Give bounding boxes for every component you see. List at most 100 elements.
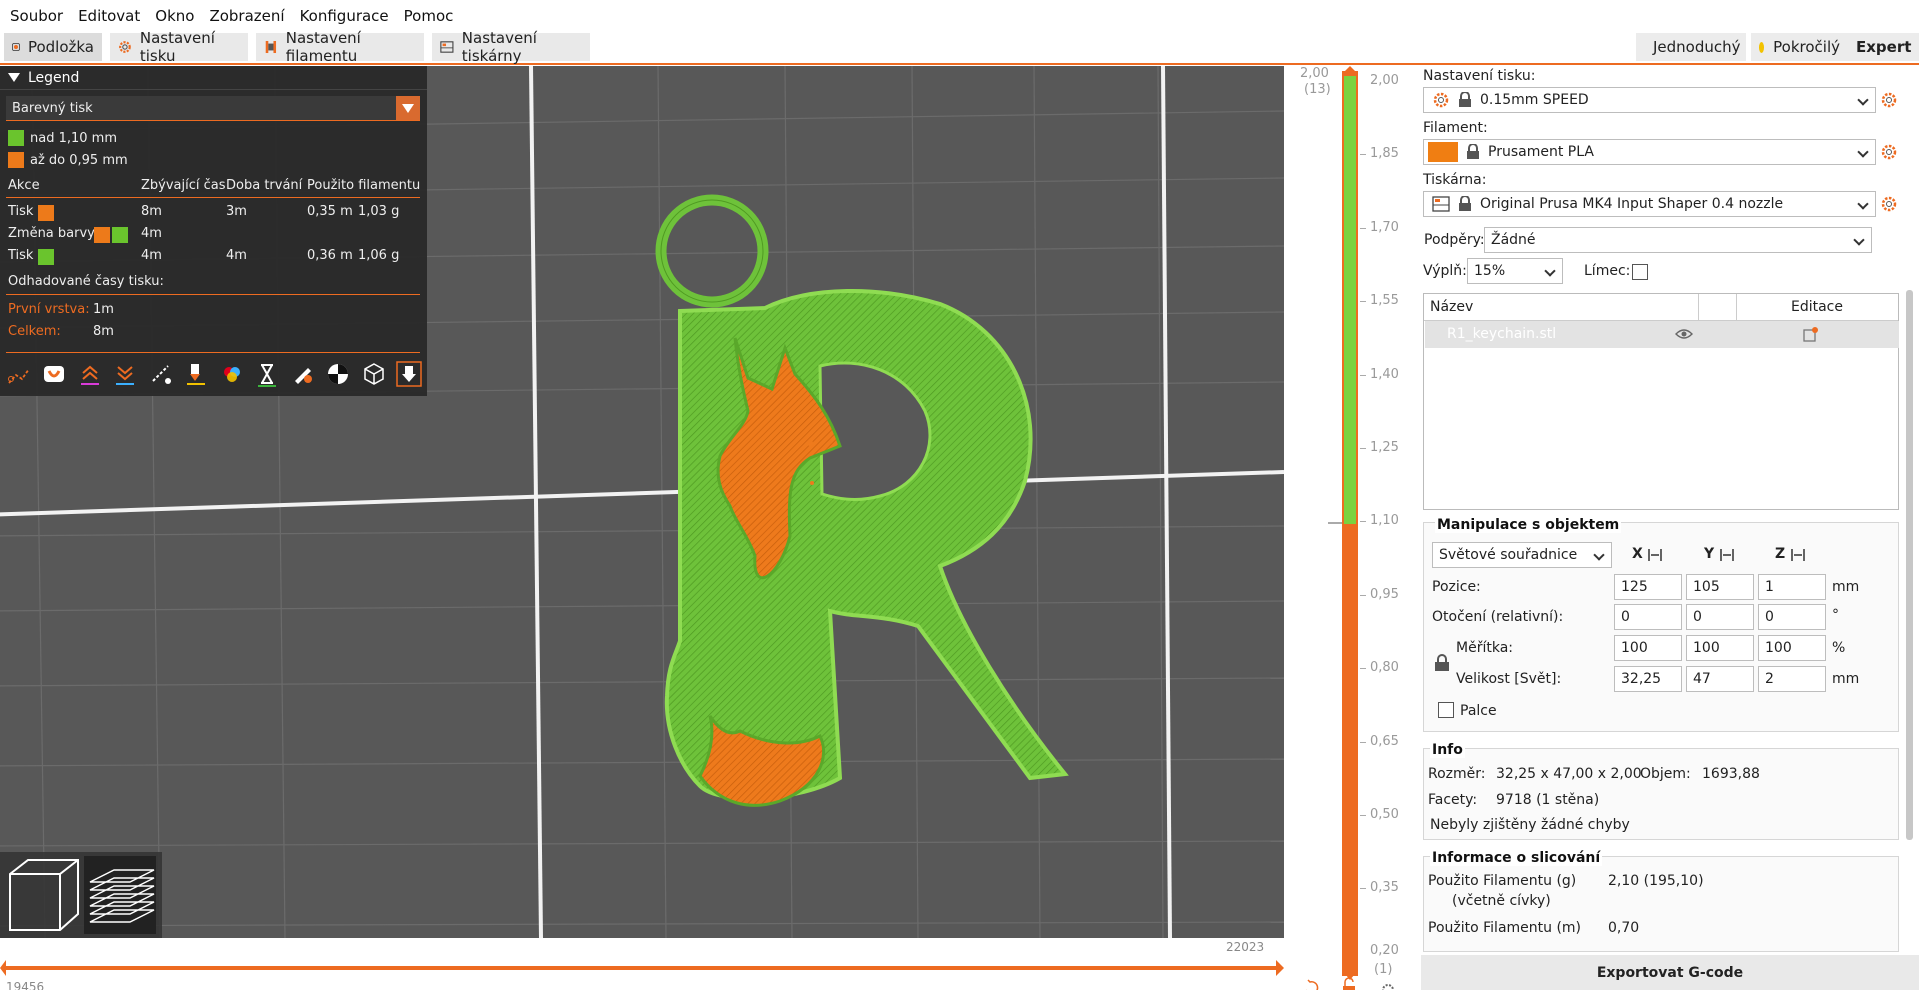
view-type-value: Barevný tisk (12, 100, 93, 116)
mode-expert[interactable]: Expert (1840, 33, 1919, 61)
scale-x-input[interactable]: 100 (1614, 635, 1682, 661)
coordinate-system-select[interactable]: Světové souřadnice (1432, 542, 1612, 568)
print-profile-select[interactable]: 0.15mm SPEED (1423, 87, 1876, 113)
eye-icon[interactable] (1675, 327, 1693, 341)
tab-print-settings[interactable]: Nastavení tisku (110, 29, 248, 65)
tab-printer-settings[interactable]: Nastavení tiskárny (432, 29, 590, 65)
drop-to-bed-icon[interactable] (1719, 548, 1735, 562)
travel-icon[interactable] (6, 361, 32, 387)
row-remaining: 4m (141, 248, 162, 263)
print-profile-value: 0.15mm SPEED (1480, 92, 1589, 108)
rotation-x-input[interactable]: 0 (1614, 604, 1682, 630)
mode-advanced[interactable]: Pokročilý (1751, 33, 1848, 61)
divider (6, 352, 420, 353)
lock-icon[interactable] (1343, 977, 1355, 990)
position-y-input[interactable]: 105 (1686, 574, 1754, 600)
position-x-input[interactable]: 125 (1614, 574, 1682, 600)
drop-to-bed-icon[interactable] (1647, 548, 1663, 562)
tool-changes-icon[interactable] (183, 361, 209, 387)
total-value: 8m (93, 324, 114, 339)
layers-view-icon[interactable] (84, 856, 156, 934)
print-settings-label: Nastavení tisku: (1423, 68, 1536, 84)
size-x-input[interactable]: 32,25 (1614, 666, 1682, 692)
object-name: R1_keychain.stl (1447, 326, 1557, 342)
wipe-icon[interactable] (41, 361, 67, 387)
mode-advanced-icon (1759, 41, 1765, 53)
vertical-layer-slider[interactable]: 2,00 (13) 2,00 1,85 1,70 1,55 1,40 1,25 1,10 0,… (1298, 66, 1402, 990)
edit-filament-gear-icon[interactable] (1880, 143, 1898, 161)
coordinate-system-value: Světové souřadnice (1439, 547, 1578, 563)
menu-help[interactable]: Pomoc (398, 7, 463, 25)
menu-view[interactable]: Zobrazení (203, 7, 293, 25)
gear-icon (119, 41, 131, 53)
pause-prints-icon[interactable] (254, 361, 280, 387)
color-swatch (38, 205, 54, 221)
infill-label: Výplň: (1423, 263, 1467, 279)
dropdown-arrow-icon[interactable] (396, 96, 420, 120)
deretractions-icon[interactable] (112, 361, 138, 387)
object-list-name-header[interactable]: Název (1430, 294, 1700, 320)
scale-y-input[interactable]: 100 (1686, 635, 1754, 661)
name-header-label: Název (1430, 299, 1474, 315)
legend-item-label: nad 1,10 mm (30, 130, 117, 146)
v-slider-tick-label: 1,55 (1370, 293, 1399, 309)
printer-profile-select[interactable]: Original Prusa MK4 Input Shaper 0.4 nozz… (1423, 191, 1876, 217)
scale-unit: % (1832, 640, 1846, 656)
seams-icon[interactable] (148, 361, 174, 387)
view-type-select[interactable]: Barevný tisk (6, 96, 420, 121)
settings-gear-icon[interactable] (1382, 984, 1394, 990)
scale-z-input[interactable]: 100 (1758, 635, 1826, 661)
supports-select[interactable]: Žádné (1484, 227, 1872, 253)
color-changes-icon[interactable] (219, 361, 245, 387)
table-row[interactable]: R1_keychain.stl (1425, 321, 1899, 348)
edit-object-icon[interactable] (1803, 326, 1819, 342)
tab-plater[interactable]: Podložka (4, 33, 102, 61)
edit-print-profile-gear-icon[interactable] (1880, 91, 1898, 109)
v-slider-tick-label: 0,35 (1370, 880, 1399, 896)
sidebar-scrollbar[interactable] (1906, 290, 1913, 840)
undo-icon[interactable] (1306, 979, 1319, 990)
rotation-y-input[interactable]: 0 (1686, 604, 1754, 630)
v-slider-tick-label: 1,25 (1370, 440, 1399, 455)
menu-window[interactable]: Okno (149, 7, 203, 25)
drop-to-bed-icon[interactable] (1790, 548, 1806, 562)
position-z-input[interactable]: 1 (1758, 574, 1826, 600)
mode-simple[interactable]: Jednoduchý (1636, 33, 1746, 61)
v-slider-tick-mark (1360, 668, 1366, 670)
position-y-value: 105 (1693, 579, 1720, 595)
menu-configuration[interactable]: Konfigurace (294, 7, 398, 25)
brim-checkbox[interactable] (1632, 264, 1648, 280)
menu-edit[interactable]: Editovat (72, 7, 149, 25)
v-slider-tick-mark (1360, 521, 1366, 523)
object-list-edit-header[interactable]: Editace (1736, 294, 1898, 320)
info-facets-label: Facety: (1428, 792, 1478, 808)
horizontal-slider[interactable]: 22023 19456 (0, 938, 1284, 990)
col-remaining-header: Zbývající čas (141, 178, 226, 193)
size-z-input[interactable]: 2 (1758, 666, 1826, 692)
custom-gcode-icon[interactable] (290, 361, 316, 387)
brim-label: Límec: (1584, 263, 1631, 279)
shells-icon[interactable] (361, 361, 387, 387)
legend-item: nad 1,10 mm (8, 130, 117, 146)
info-volume-label: Objem: (1640, 766, 1691, 782)
menu-file[interactable]: Soubor (4, 7, 72, 25)
edit-printer-gear-icon[interactable] (1880, 195, 1898, 213)
filament-profile-value: Prusament PLA (1488, 144, 1594, 160)
retractions-icon[interactable] (77, 361, 103, 387)
tool-marker-icon[interactable] (396, 361, 422, 387)
inches-checkbox[interactable] (1438, 702, 1454, 718)
3d-view-icon[interactable] (9, 859, 79, 931)
filament-color-swatch[interactable] (1428, 142, 1458, 162)
filament-profile-select[interactable]: Prusament PLA (1423, 139, 1876, 165)
infill-select[interactable]: 15% (1467, 258, 1563, 284)
center-of-gravity-icon[interactable] (325, 361, 351, 387)
rotation-z-input[interactable]: 0 (1758, 604, 1826, 630)
lock-scale-icon[interactable] (1434, 654, 1450, 672)
rotation-x-value: 0 (1621, 609, 1630, 625)
v-slider-tick-label: 0,95 (1370, 586, 1399, 602)
size-y-input[interactable]: 47 (1686, 666, 1754, 692)
tab-filament-settings[interactable]: Nastavení filamentu (256, 29, 424, 65)
legend-header[interactable]: Legend (0, 66, 427, 90)
v-slider-tick-label: 0,80 (1370, 660, 1399, 676)
export-gcode-button[interactable]: Exportovat G-code (1421, 955, 1919, 990)
